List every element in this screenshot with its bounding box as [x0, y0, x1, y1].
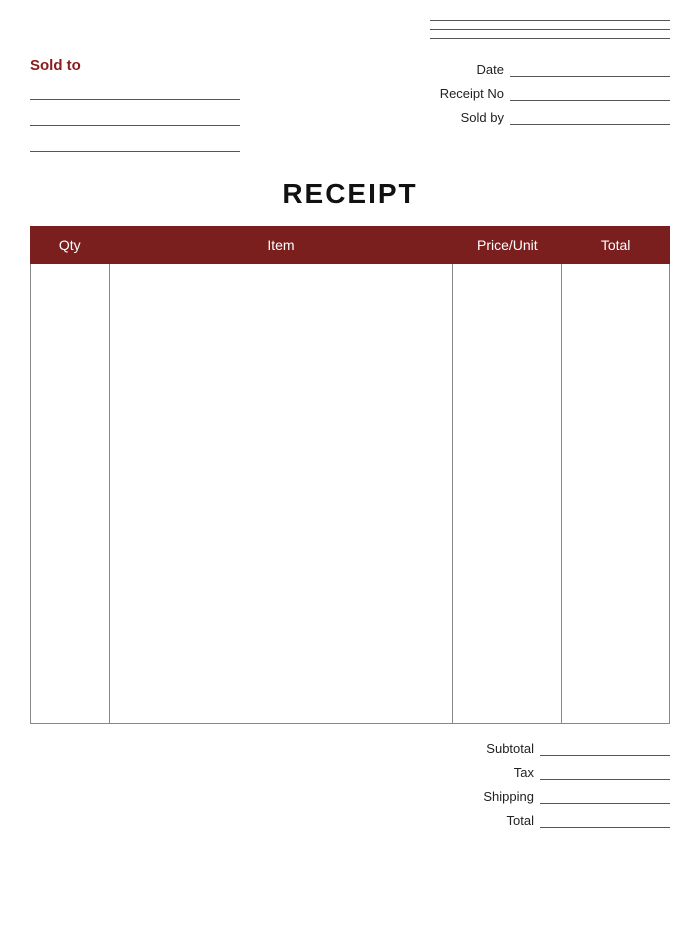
- top-line-3: [430, 38, 670, 39]
- total-row: Total: [30, 810, 670, 828]
- header-price-unit: Price/Unit: [453, 227, 562, 264]
- sold-to-label: Sold to: [30, 57, 240, 74]
- top-lines-section: [30, 20, 670, 47]
- tax-value[interactable]: [540, 762, 670, 780]
- header-item: Item: [109, 227, 453, 264]
- receipt-table: Qty Item Price/Unit Total: [30, 226, 670, 724]
- tax-label: Tax: [460, 765, 540, 780]
- header-total: Total: [562, 227, 670, 264]
- sold-to-line-1[interactable]: [30, 82, 240, 100]
- shipping-label: Shipping: [460, 789, 540, 804]
- subtotal-label: Subtotal: [460, 741, 540, 756]
- table-data-row: [31, 264, 670, 724]
- header-qty: Qty: [31, 227, 110, 264]
- sold-by-field[interactable]: [510, 107, 670, 125]
- top-line-1: [430, 20, 670, 21]
- sold-by-row: Sold by: [424, 107, 670, 125]
- summary-section: Subtotal Tax Shipping Total: [30, 724, 670, 828]
- receipt-title: RECEIPT: [30, 178, 670, 210]
- date-row: Date: [424, 59, 670, 77]
- price-cell[interactable]: [453, 264, 562, 724]
- total-label: Total: [460, 813, 540, 828]
- date-label: Date: [424, 62, 504, 77]
- table-header-row: Qty Item Price/Unit Total: [31, 227, 670, 264]
- sold-by-label: Sold by: [424, 110, 504, 125]
- subtotal-row: Subtotal: [30, 738, 670, 756]
- receipt-no-row: Receipt No: [424, 83, 670, 101]
- subtotal-value[interactable]: [540, 738, 670, 756]
- total-value[interactable]: [540, 810, 670, 828]
- shipping-row: Shipping: [30, 786, 670, 804]
- sold-to-line-2[interactable]: [30, 108, 240, 126]
- top-line-2: [430, 29, 670, 30]
- sold-to-section: Sold to Date Receipt No Sold by: [30, 57, 670, 160]
- receipt-page: Sold to Date Receipt No Sold by RECEIPT: [0, 0, 700, 926]
- receipt-no-field[interactable]: [510, 83, 670, 101]
- total-cell[interactable]: [562, 264, 670, 724]
- sold-to-line-3[interactable]: [30, 134, 240, 152]
- shipping-value[interactable]: [540, 786, 670, 804]
- qty-cell[interactable]: [31, 264, 110, 724]
- receipt-no-label: Receipt No: [424, 86, 504, 101]
- sold-to-left: Sold to: [30, 57, 240, 160]
- tax-row: Tax: [30, 762, 670, 780]
- item-cell[interactable]: [109, 264, 453, 724]
- date-field[interactable]: [510, 59, 670, 77]
- fields-section: Date Receipt No Sold by: [424, 57, 670, 160]
